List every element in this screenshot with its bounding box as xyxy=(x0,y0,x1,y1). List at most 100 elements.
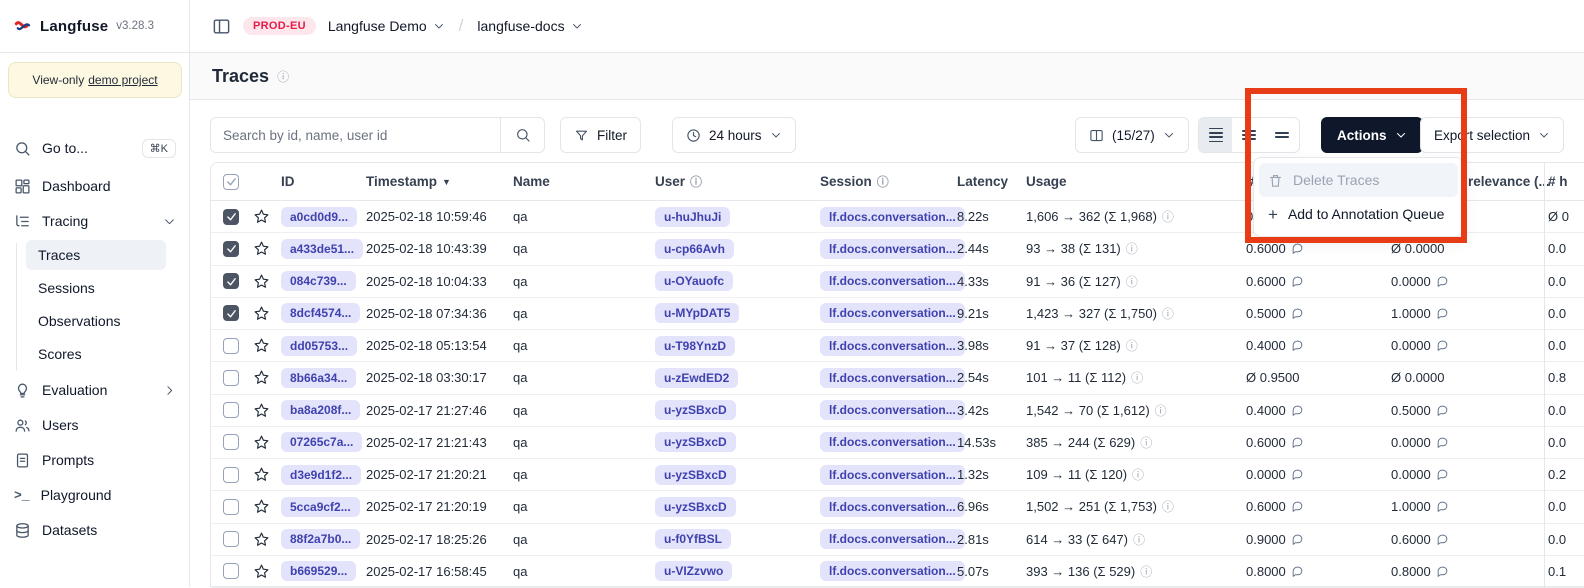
row-checkbox[interactable] xyxy=(223,305,239,321)
column-visibility-button[interactable]: (15/27) xyxy=(1075,117,1189,153)
session-badge[interactable]: lf.docs.conversation... xyxy=(820,336,965,356)
sidebar-item-evaluation[interactable]: Evaluation xyxy=(6,374,184,406)
sidebar-item-prompts[interactable]: Prompts xyxy=(6,444,184,476)
user-badge[interactable]: u-cp66Avh xyxy=(655,239,734,259)
row-checkbox[interactable] xyxy=(223,338,239,354)
trace-id-badge[interactable]: 8b66a34... xyxy=(281,368,356,388)
table-row[interactable]: ba8a208f...2025-02-17 21:27:46qau-yzSBxc… xyxy=(211,395,1584,427)
row-checkbox[interactable] xyxy=(223,209,239,225)
trace-id-badge[interactable]: 084c739... xyxy=(281,271,356,291)
info-icon[interactable]: ⓘ xyxy=(1131,369,1143,386)
header-id[interactable]: ID xyxy=(281,163,295,200)
bookmark-star[interactable] xyxy=(253,524,270,555)
row-checkbox[interactable] xyxy=(223,402,239,418)
export-selection-button[interactable]: Export selection xyxy=(1420,117,1564,153)
row-checkbox[interactable] xyxy=(223,434,239,450)
info-icon[interactable]: ⓘ xyxy=(1162,498,1174,515)
info-icon[interactable]: ⓘ xyxy=(1140,434,1152,451)
trace-id-badge[interactable]: d3e9d1f2... xyxy=(281,465,361,485)
row-checkbox[interactable] xyxy=(223,531,239,547)
info-icon[interactable]: ⓘ xyxy=(1162,305,1174,322)
session-badge[interactable]: lf.docs.conversation... xyxy=(820,207,965,227)
panel-left-icon[interactable] xyxy=(212,17,231,36)
bookmark-star[interactable] xyxy=(253,330,270,361)
search-input[interactable] xyxy=(211,128,500,143)
info-icon[interactable]: ⓘ xyxy=(277,68,289,85)
info-icon[interactable]: ⓘ xyxy=(690,173,702,190)
select-all-checkbox[interactable] xyxy=(223,174,239,190)
trace-id-badge[interactable]: b669529... xyxy=(281,561,356,581)
demo-project-link[interactable]: demo project xyxy=(88,73,157,87)
trace-id-badge[interactable]: a0cd0d9... xyxy=(281,207,357,227)
header-count[interactable]: # h xyxy=(1548,163,1568,200)
menu-item-add-to-annotation-queue[interactable]: + Add to Annotation Queue xyxy=(1259,197,1458,231)
user-badge[interactable]: u-huJhuJi xyxy=(655,207,730,227)
org-switcher[interactable]: Langfuse Demo xyxy=(328,18,445,34)
sidebar-item-dashboard[interactable]: Dashboard xyxy=(6,170,184,202)
user-badge[interactable]: u-yzSBxcD xyxy=(655,497,736,517)
sidebar-item-tracing[interactable]: Tracing xyxy=(6,205,184,237)
session-badge[interactable]: lf.docs.conversation... xyxy=(820,497,965,517)
trace-id-badge[interactable]: a433de51... xyxy=(281,239,363,259)
info-icon[interactable]: ⓘ xyxy=(877,173,889,190)
row-checkbox[interactable] xyxy=(223,273,239,289)
user-badge[interactable]: u-yzSBxcD xyxy=(655,465,736,485)
user-badge[interactable]: u-OYauofc xyxy=(655,271,733,291)
user-badge[interactable]: u-f0YfBSL xyxy=(655,529,731,549)
row-checkbox[interactable] xyxy=(223,563,239,579)
header-user[interactable]: User ⓘ xyxy=(655,163,702,200)
goto-search[interactable]: Go to... ⌘K xyxy=(6,132,184,164)
session-badge[interactable]: lf.docs.conversation... xyxy=(820,271,965,291)
table-row[interactable]: b669529...2025-02-17 16:58:45qau-VIZzvwo… xyxy=(211,556,1584,588)
bookmark-star[interactable] xyxy=(253,201,270,232)
filter-button[interactable]: Filter xyxy=(560,117,641,153)
user-badge[interactable]: u-yzSBxcD xyxy=(655,400,736,420)
info-icon[interactable]: ⓘ xyxy=(1126,273,1138,290)
info-icon[interactable]: ⓘ xyxy=(1140,563,1152,580)
row-checkbox[interactable] xyxy=(223,370,239,386)
actions-button[interactable]: Actions xyxy=(1321,117,1423,153)
table-row[interactable]: 88f2a7b0...2025-02-17 18:25:26qau-f0YfBS… xyxy=(211,524,1584,556)
sidebar-item-users[interactable]: Users xyxy=(6,409,184,441)
project-switcher[interactable]: langfuse-docs xyxy=(477,18,582,34)
sidebar-item-playground[interactable]: >_ Playground xyxy=(6,479,184,511)
session-badge[interactable]: lf.docs.conversation... xyxy=(820,432,965,452)
bookmark-star[interactable] xyxy=(253,427,270,458)
user-badge[interactable]: u-zEwdED2 xyxy=(655,368,738,388)
session-badge[interactable]: lf.docs.conversation... xyxy=(820,529,965,549)
row-checkbox[interactable] xyxy=(223,241,239,257)
table-row[interactable]: 8dcf4574...2025-02-18 07:34:36qau-MYpDAT… xyxy=(211,298,1584,330)
trace-id-badge[interactable]: ba8a208f... xyxy=(281,400,360,420)
info-icon[interactable]: ⓘ xyxy=(1126,240,1138,257)
trace-id-badge[interactable]: 5cca9cf2... xyxy=(281,497,360,517)
bookmark-star[interactable] xyxy=(253,233,270,264)
session-badge[interactable]: lf.docs.conversation... xyxy=(820,239,965,259)
row-height-small-button[interactable] xyxy=(1199,118,1232,152)
session-badge[interactable]: lf.docs.conversation... xyxy=(820,368,965,388)
session-badge[interactable]: lf.docs.conversation... xyxy=(820,400,965,420)
header-timestamp[interactable]: Timestamp ▼ xyxy=(366,163,451,200)
bookmark-star[interactable] xyxy=(253,395,270,426)
header-session[interactable]: Session ⓘ xyxy=(820,163,889,200)
sidebar-item-sessions[interactable]: Sessions xyxy=(26,273,166,303)
table-row[interactable]: d3e9d1f2...2025-02-17 21:20:21qau-yzSBxc… xyxy=(211,459,1584,491)
row-checkbox[interactable] xyxy=(223,499,239,515)
row-height-large-button[interactable] xyxy=(1266,118,1299,152)
bookmark-star[interactable] xyxy=(253,556,270,587)
info-icon[interactable]: ⓘ xyxy=(1126,337,1138,354)
table-row[interactable]: 07265c7a...2025-02-17 21:21:43qau-yzSBxc… xyxy=(211,427,1584,459)
sidebar-item-traces[interactable]: Traces xyxy=(26,240,166,270)
time-range-button[interactable]: 24 hours xyxy=(672,117,796,153)
info-icon[interactable]: ⓘ xyxy=(1162,208,1174,225)
trace-id-badge[interactable]: 07265c7a... xyxy=(281,432,362,452)
trace-id-badge[interactable]: 88f2a7b0... xyxy=(281,529,360,549)
bookmark-star[interactable] xyxy=(253,362,270,393)
table-row[interactable]: 8b66a34...2025-02-18 03:30:17qau-zEwdED2… xyxy=(211,362,1584,394)
session-badge[interactable]: lf.docs.conversation... xyxy=(820,303,965,323)
bookmark-star[interactable] xyxy=(253,491,270,522)
bookmark-star[interactable] xyxy=(253,266,270,297)
row-height-medium-button[interactable] xyxy=(1232,118,1265,152)
menu-item-delete-traces[interactable]: Delete Traces xyxy=(1259,163,1458,197)
trace-id-badge[interactable]: dd05753... xyxy=(281,336,357,356)
info-icon[interactable]: ⓘ xyxy=(1133,531,1145,548)
